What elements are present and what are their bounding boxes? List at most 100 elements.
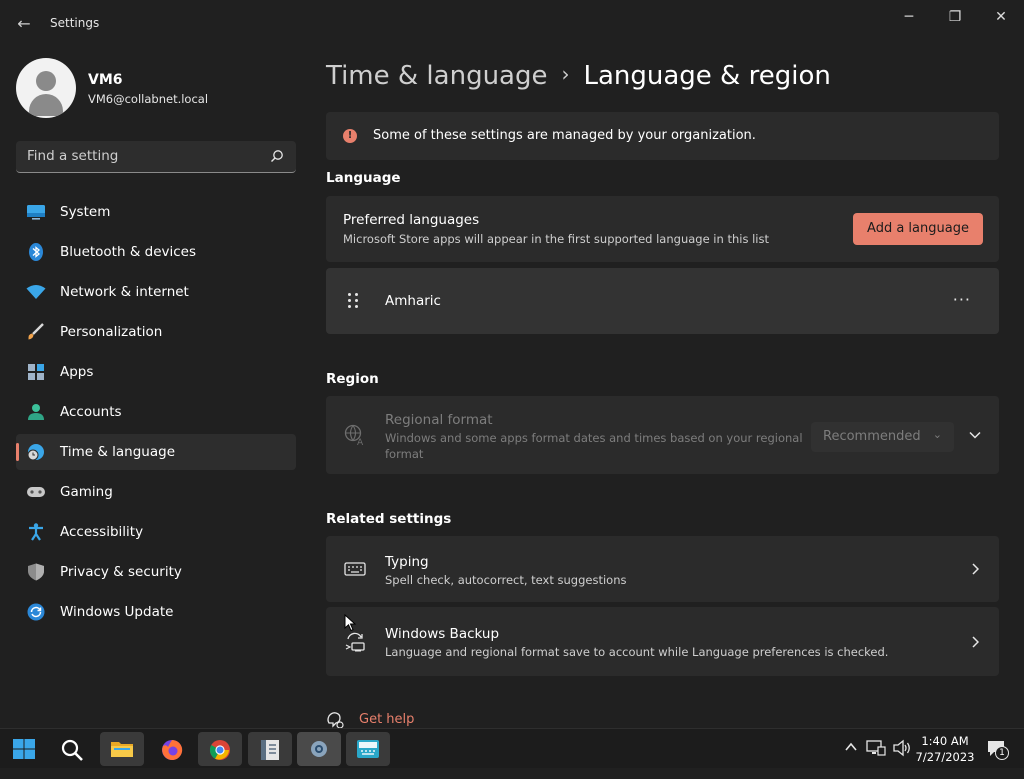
taskbar-chrome[interactable] [198, 732, 242, 766]
main-content: Time & language › Language & region ! Some… [310, 48, 1024, 729]
network-wired-icon [866, 740, 886, 756]
section-language: Language [326, 170, 401, 186]
regional-format-title: Regional format [385, 412, 493, 428]
breadcrumb-chevron-icon: › [561, 62, 570, 86]
typing-link[interactable]: Typing Spell check, autocorrect, text su… [326, 536, 999, 602]
notice-text: Some of these settings are managed by yo… [373, 128, 756, 143]
sidebar-item-time-language[interactable]: Time & language [16, 434, 296, 470]
show-hidden-icons[interactable] [844, 739, 860, 779]
sidebar-item-label: System [60, 204, 111, 220]
language-name: Amharic [385, 293, 441, 309]
chevron-right-icon [972, 636, 979, 648]
warning-icon: ! [343, 129, 357, 143]
page-title: Language & region [583, 61, 831, 91]
regional-format-dropdown: Recommended ⌄ [811, 422, 954, 452]
sidebar-item-label: Apps [60, 364, 94, 380]
regional-format-card: A Regional format Windows and some apps … [326, 396, 999, 474]
shield-icon [28, 563, 44, 581]
sidebar-item-label: Accounts [60, 404, 122, 420]
brush-icon [28, 323, 44, 340]
update-icon [27, 603, 45, 621]
drag-handle-icon[interactable] [348, 293, 360, 309]
firefox-icon [162, 739, 183, 760]
section-region: Region [326, 371, 379, 387]
sidebar-item-windows-update[interactable]: Windows Update [16, 594, 296, 630]
network-tray-button[interactable] [866, 739, 886, 779]
windows-logo-icon [13, 739, 35, 759]
taskbar-settings[interactable] [297, 732, 341, 766]
svg-text:A: A [357, 438, 364, 446]
typing-title: Typing [385, 554, 429, 570]
sidebar-item-label: Privacy & security [60, 564, 182, 580]
sidebar-item-privacy[interactable]: Privacy & security [16, 554, 296, 590]
sidebar-item-network[interactable]: Network & internet [16, 274, 296, 310]
globe-clock-icon [27, 444, 44, 461]
expand-chevron-icon[interactable] [969, 430, 981, 440]
sidebar-item-label: Windows Update [60, 604, 174, 620]
search-icon [61, 739, 83, 761]
taskbar-app-notes[interactable] [248, 732, 292, 766]
sidebar: VM6 VM6@collabnet.local Find a setting S… [0, 48, 310, 724]
bluetooth-icon [29, 243, 43, 261]
folder-icon [111, 742, 133, 757]
wifi-icon [26, 285, 46, 299]
taskbar-app-terminal[interactable] [346, 732, 390, 766]
volume-tray-button[interactable] [892, 739, 912, 779]
preferred-languages-card: Preferred languages Microsoft Store apps… [326, 196, 999, 262]
search-icon [271, 150, 283, 162]
user-name: VM6 [88, 72, 123, 88]
sidebar-nav: System Bluetooth & devices Network & int… [16, 194, 296, 634]
sidebar-item-accounts[interactable]: Accounts [16, 394, 296, 430]
sidebar-item-accessibility[interactable]: Accessibility [16, 514, 296, 550]
dropdown-value: Recommended [823, 429, 921, 444]
avatar [16, 58, 76, 118]
managed-notice: ! Some of these settings are managed by … [326, 112, 999, 160]
close-button[interactable]: ✕ [978, 6, 1024, 28]
more-options-icon[interactable]: ··· [953, 290, 971, 309]
maximize-button[interactable]: ❐ [932, 6, 978, 28]
regional-format-icon: A [344, 424, 364, 446]
preferred-languages-title: Preferred languages [343, 212, 480, 228]
user-email: VM6@collabnet.local [88, 92, 209, 106]
notebook-icon [261, 740, 279, 760]
add-language-button[interactable]: Add a language [853, 213, 983, 245]
accessibility-icon [29, 523, 43, 541]
breadcrumb-parent[interactable]: Time & language [326, 61, 547, 91]
typing-desc: Spell check, autocorrect, text suggestio… [385, 573, 627, 587]
search-placeholder: Find a setting [27, 148, 119, 164]
chevron-down-icon: ⌄ [932, 428, 942, 441]
start-button[interactable] [2, 732, 46, 766]
taskbar-firefox[interactable] [150, 732, 194, 766]
sidebar-item-label: Accessibility [60, 524, 144, 540]
windows-backup-desc: Language and regional format save to acc… [385, 645, 889, 659]
language-item-amharic[interactable]: Amharic ··· [326, 268, 999, 334]
chevron-up-icon [845, 742, 857, 751]
keyboard-icon [344, 562, 366, 576]
notification-center-button[interactable]: 1 [986, 739, 1010, 779]
sidebar-item-personalization[interactable]: Personalization [16, 314, 296, 350]
person-icon [28, 404, 44, 420]
app-title: Settings [50, 16, 100, 30]
sidebar-item-gaming[interactable]: Gaming [16, 474, 296, 510]
chevron-right-icon [972, 563, 979, 575]
regional-format-desc-line2: format [385, 447, 424, 461]
taskbar-search-button[interactable] [50, 732, 94, 766]
taskbar-file-explorer[interactable] [100, 732, 144, 766]
back-button[interactable]: ← [14, 14, 34, 34]
keyboard-app-icon [357, 740, 379, 758]
search-input[interactable]: Find a setting [16, 141, 296, 173]
taskbar-clock[interactable]: 1:40 AM 7/27/2023 [910, 733, 980, 765]
regional-format-desc-line1: Windows and some apps format dates and t… [385, 431, 803, 445]
section-related-settings: Related settings [326, 511, 452, 527]
sidebar-item-system[interactable]: System [16, 194, 296, 230]
minimize-button[interactable]: ─ [886, 6, 932, 28]
taskbar: 1:40 AM 7/27/2023 1 [0, 728, 1024, 768]
windows-backup-title: Windows Backup [385, 626, 500, 642]
notification-count-badge: 1 [995, 746, 1009, 760]
windows-backup-link[interactable]: Windows Backup Language and regional for… [326, 607, 999, 676]
sidebar-item-bluetooth[interactable]: Bluetooth & devices [16, 234, 296, 270]
sidebar-item-apps[interactable]: Apps [16, 354, 296, 390]
sidebar-item-label: Bluetooth & devices [60, 244, 197, 260]
monitor-icon [27, 205, 45, 220]
user-profile[interactable]: VM6 VM6@collabnet.local [16, 58, 296, 118]
